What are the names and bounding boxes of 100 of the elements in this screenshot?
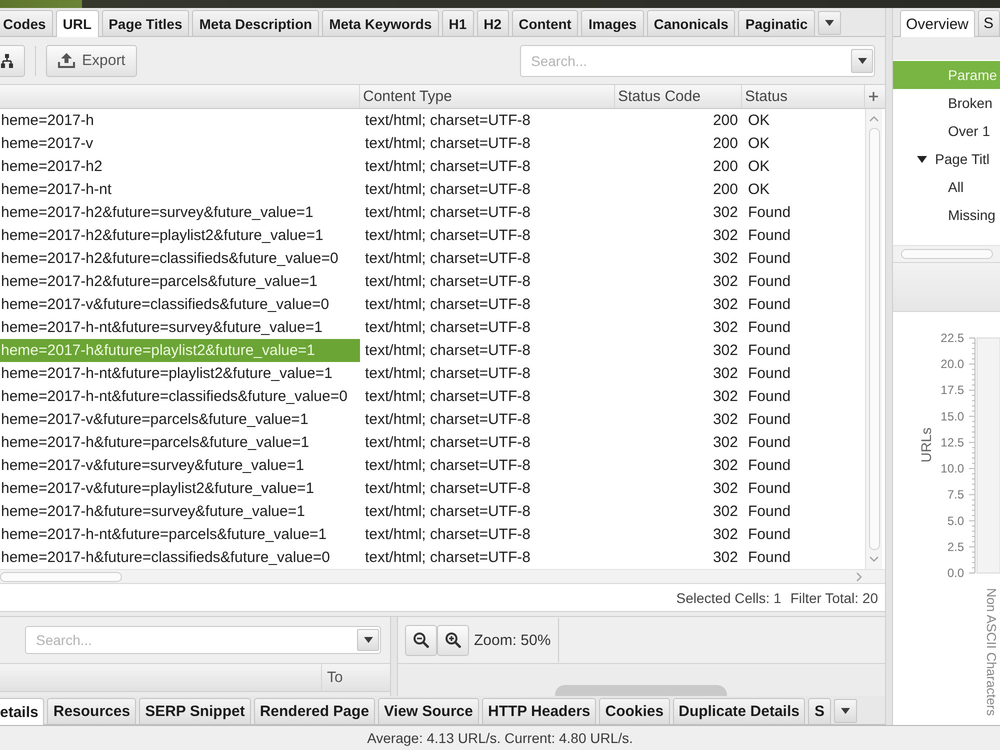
column-header[interactable]: To — [322, 664, 390, 691]
table-cell-text: 200 — [712, 134, 739, 154]
table-cell-text: text/html; charset=UTF-8 — [364, 226, 532, 246]
scrollbar-thumb[interactable] — [868, 128, 880, 550]
tick-label: 7.5 — [947, 488, 964, 502]
tree-item[interactable]: Missing — [893, 201, 1000, 229]
search-field[interactable]: Search... — [25, 626, 381, 654]
tab[interactable]: Page Titles — [102, 10, 190, 36]
export-button[interactable]: Export — [46, 44, 138, 76]
tab[interactable]: Codes — [0, 10, 53, 36]
tab[interactable]: URL — [56, 10, 99, 37]
table-cell-text: Found — [747, 249, 792, 269]
tab[interactable]: Content — [512, 10, 578, 36]
table-cell-text: 200 — [712, 180, 739, 200]
chevron-down-icon[interactable] — [869, 555, 879, 563]
tab[interactable]: H1 — [442, 10, 474, 36]
filter-total-count: Filter Total: 20 — [790, 590, 878, 606]
zoom-in-button[interactable] — [437, 624, 469, 656]
tab[interactable]: Canonicals — [646, 10, 736, 36]
search-dropdown-button[interactable] — [357, 629, 379, 651]
tabs-overflow-button[interactable] — [818, 11, 841, 35]
tick-label: 17.5 — [940, 383, 964, 398]
chevron-up-icon[interactable] — [869, 115, 879, 123]
table-cell-text: heme=2017-h&future=survey&future_value=1 — [0, 502, 306, 522]
table-cell-text: Found — [747, 433, 792, 453]
tree-item[interactable]: Page Titl — [893, 145, 1000, 173]
tab[interactable]: Paginatic — [738, 10, 815, 36]
tabs-overflow-button[interactable] — [834, 699, 856, 723]
table-cell-text: Found — [747, 272, 792, 292]
tab[interactable]: Overview — [900, 10, 975, 37]
table-cell-text: Found — [747, 341, 792, 361]
table-cell-text: heme=2017-v&future=survey&future_value=1 — [0, 456, 306, 476]
vertical-scrollbar[interactable] — [865, 109, 882, 569]
tick-label: 20.0 — [940, 357, 964, 372]
zoom-out-button[interactable] — [405, 624, 437, 656]
table-cell-text: text/html; charset=UTF-8 — [364, 134, 532, 154]
table-cell-text: text/html; charset=UTF-8 — [364, 410, 532, 430]
tree-item[interactable]: Broken — [893, 89, 1000, 117]
search-field[interactable]: Search... — [520, 44, 875, 76]
table-cell-text: heme=2017-h2 — [0, 157, 104, 177]
table-cell-text: 302 — [712, 433, 739, 453]
table-cell-text: heme=2017-h — [0, 111, 95, 131]
table-cell-text: 302 — [712, 387, 739, 407]
horizontal-scrollbar[interactable] — [893, 245, 1000, 262]
tab[interactable]: etails — [0, 698, 44, 725]
zoom-level: Zoom: 50% — [474, 632, 551, 648]
table-cell-text: text/html; charset=UTF-8 — [364, 203, 532, 223]
zoom-in-icon — [445, 632, 461, 648]
table-cell-text: text/html; charset=UTF-8 — [364, 456, 532, 476]
upload-icon — [58, 53, 75, 68]
table-cell-text: text/html; charset=UTF-8 — [364, 433, 532, 453]
table-cell-text: Found — [747, 525, 792, 545]
table-cell-text: 302 — [712, 525, 739, 545]
column-header[interactable]: Status — [742, 85, 865, 108]
tab[interactable]: H2 — [476, 10, 509, 36]
table-cell-text: heme=2017-h-nt&future=playlist2&future_value=1 — [0, 364, 334, 384]
plus-icon — [869, 92, 878, 101]
table-cell-text: 302 — [712, 410, 739, 430]
table-cell-text: text/html; charset=UTF-8 — [364, 525, 532, 545]
site-structure-button[interactable] — [0, 44, 25, 76]
scrollbar-thumb[interactable] — [901, 249, 993, 259]
triangle-down-icon[interactable] — [917, 156, 927, 162]
table-cell-text: 302 — [712, 502, 739, 522]
tab[interactable]: Duplicate Details — [672, 698, 806, 724]
table-cell-text: Found — [747, 203, 792, 223]
column-header[interactable]: Status Code — [615, 85, 742, 108]
tick-label: 5.0 — [947, 514, 964, 528]
search-dropdown-button[interactable] — [851, 48, 873, 72]
tab[interactable]: Resources — [47, 698, 136, 724]
table-cell-text: 302 — [712, 341, 739, 361]
status-text: Average: 4.13 URL/s. Current: 4.80 URL/s. — [367, 730, 633, 746]
tab[interactable]: S — [808, 698, 830, 724]
tab[interactable]: HTTP Headers — [482, 698, 596, 724]
tab[interactable]: Meta Description — [192, 10, 320, 36]
table-cell-text: heme=2017-h2&future=survey&future_value=1 — [0, 203, 314, 223]
scrollbar-thumb[interactable] — [0, 572, 122, 582]
tab[interactable]: Meta Keywords — [322, 10, 439, 36]
tab[interactable]: View Source — [378, 698, 479, 724]
tab[interactable]: Images — [581, 10, 644, 36]
table-cell-text: text/html; charset=UTF-8 — [364, 364, 532, 384]
tab[interactable]: SERP Snippet — [139, 698, 251, 724]
pane-splitter[interactable] — [390, 617, 398, 696]
tree-item[interactable]: All — [893, 173, 1000, 201]
table-cell-text: text/html; charset=UTF-8 — [364, 341, 532, 361]
table-cell-text: 302 — [712, 364, 739, 384]
tab[interactable]: Cookies — [599, 698, 670, 724]
table-cell-text: heme=2017-v — [0, 134, 94, 154]
tab[interactable]: S — [978, 10, 1000, 36]
tick-label: 2.5 — [947, 540, 964, 554]
chevron-right-icon[interactable] — [855, 572, 863, 582]
tree-item[interactable]: Over 1 — [893, 117, 1000, 145]
horizontal-scrollbar[interactable] — [0, 569, 885, 583]
column-header[interactable]: Content Type — [360, 85, 615, 108]
selected-cells-count: Selected Cells: 1 — [676, 590, 782, 606]
table-cell-text: text/html; charset=UTF-8 — [364, 272, 532, 292]
table-cell-text: 302 — [712, 456, 739, 476]
axis-title: URLs — [918, 428, 934, 462]
tab[interactable]: Rendered Page — [254, 698, 376, 724]
tick-label: 22.5 — [940, 331, 964, 345]
table-cell-text: 302 — [712, 203, 739, 223]
